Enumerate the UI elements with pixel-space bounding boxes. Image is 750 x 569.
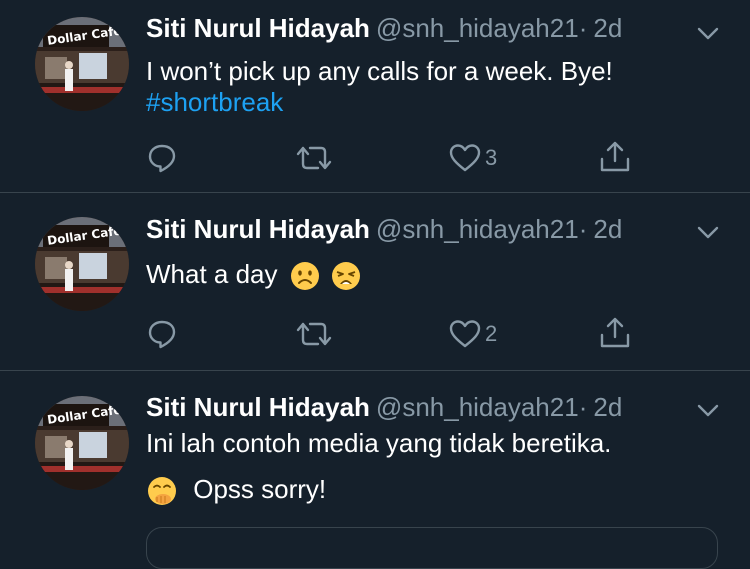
username[interactable]: @snh_hidayah21: [376, 392, 579, 422]
hashtag-link[interactable]: #shortbreak: [146, 87, 283, 117]
avatar-image: Dollar Cafe: [35, 17, 129, 111]
tweet-text: Ini lah contoh media yang tidak beretika…: [146, 428, 612, 458]
tweet[interactable]: Dollar Cafe Siti Nurul Hidayah @snh_hiday…: [0, 0, 750, 192]
timestamp[interactable]: 2d: [593, 392, 622, 422]
retweet-icon[interactable]: [296, 318, 332, 350]
display-name[interactable]: Siti Nurul Hidayah: [146, 13, 370, 43]
chevron-down-icon[interactable]: [694, 218, 722, 246]
username[interactable]: @snh_hidayah21: [376, 13, 579, 43]
separator-dot: ·: [578, 392, 588, 422]
hand-over-mouth-face-icon: [148, 477, 176, 506]
tweet-header: Siti Nurul Hidayah @snh_hidayah21· 2d: [146, 13, 622, 43]
retweet-icon[interactable]: [296, 142, 332, 174]
tweet-header: Siti Nurul Hidayah @snh_hidayah21· 2d: [146, 214, 622, 244]
chevron-down-icon[interactable]: [694, 19, 722, 47]
username[interactable]: @snh_hidayah21: [376, 214, 579, 244]
avatar[interactable]: Dollar Cafe: [35, 396, 129, 490]
reply-icon[interactable]: [146, 142, 178, 174]
weary-face-icon: [331, 262, 360, 291]
display-name[interactable]: Siti Nurul Hidayah: [146, 392, 370, 422]
like-icon[interactable]: [449, 143, 481, 173]
avatar-image: Dollar Cafe: [35, 217, 129, 311]
tweet-header: Siti Nurul Hidayah @snh_hidayah21· 2d: [146, 392, 622, 422]
tweet-text-content: What a day: [146, 259, 278, 289]
timestamp[interactable]: 2d: [593, 13, 622, 43]
tweet-text-content: Opss sorry!: [193, 474, 327, 504]
avatar-image: Dollar Cafe: [35, 396, 129, 490]
like-icon[interactable]: [449, 319, 481, 349]
separator-dot: ·: [578, 13, 588, 43]
quoted-tweet-card[interactable]: [146, 527, 718, 569]
like-count: 3: [485, 145, 498, 170]
share-icon[interactable]: [598, 140, 632, 174]
tweet-text: What a day: [146, 259, 362, 292]
timestamp[interactable]: 2d: [593, 214, 622, 244]
display-name[interactable]: Siti Nurul Hidayah: [146, 214, 370, 244]
tweet-text-line2: Opss sorry!: [146, 474, 326, 507]
avatar[interactable]: Dollar Cafe: [35, 217, 129, 311]
separator-dot: ·: [578, 214, 588, 244]
tweet[interactable]: Dollar Cafe Siti Nurul Hidayah @snh_hiday…: [0, 193, 750, 370]
frowning-face-icon: [290, 262, 319, 291]
tweet[interactable]: Dollar Cafe Siti Nurul Hidayah @snh_hiday…: [0, 371, 750, 536]
tweet-text: I won’t pick up any calls for a week. By…: [146, 56, 613, 86]
reply-icon[interactable]: [146, 318, 178, 350]
share-icon[interactable]: [598, 316, 632, 350]
like-count: 2: [485, 321, 498, 346]
chevron-down-icon[interactable]: [694, 396, 722, 424]
avatar[interactable]: Dollar Cafe: [35, 17, 129, 111]
